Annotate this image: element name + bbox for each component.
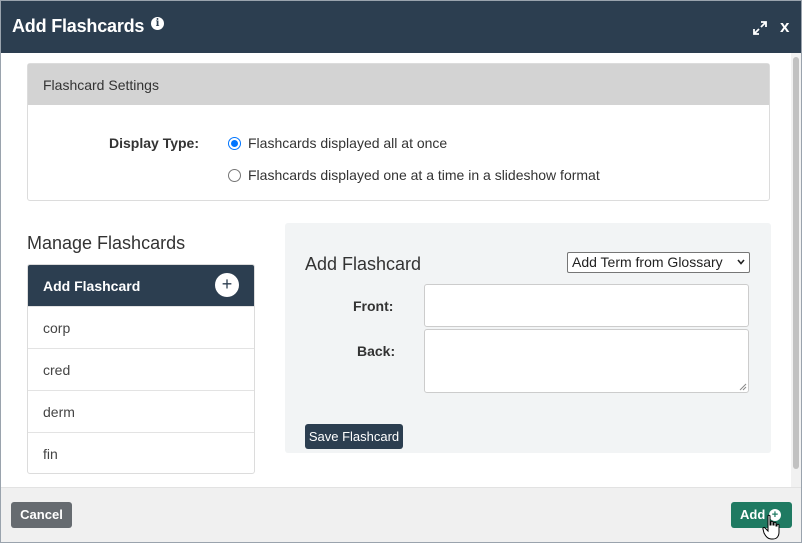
flashcard-list: Add Flashcard + corp cred derm fin	[27, 264, 255, 474]
glossary-term-select[interactable]: Add Term from Glossary	[567, 252, 750, 273]
manage-flashcards-title: Manage Flashcards	[27, 233, 186, 253]
dialog-footer: Cancel Add +	[1, 487, 801, 542]
flashcard-settings-panel: Flashcard Settings Display Type: Flashca…	[27, 63, 770, 201]
resize-grip-icon[interactable]	[738, 382, 747, 391]
back-field[interactable]	[424, 329, 749, 393]
display-type-label: Display Type:	[109, 135, 199, 151]
add-flashcard-title: Add Flashcard	[305, 254, 422, 274]
plus-icon[interactable]: +	[215, 273, 239, 297]
scrollbar-thumb[interactable]	[793, 57, 799, 469]
dialog-body: Flashcard Settings Display Type: Flashca…	[1, 53, 801, 487]
front-field[interactable]	[424, 284, 749, 327]
radio-button-checked[interactable]	[228, 136, 241, 150]
save-flashcard-button[interactable]: Save Flashcard	[305, 424, 403, 449]
radio-button[interactable]	[228, 168, 241, 182]
list-item[interactable]: fin	[28, 432, 254, 473]
select-value: Add Term from Glossary	[572, 254, 723, 270]
radio-label: Flashcards displayed one at a time in a …	[248, 167, 600, 183]
dialog-header: Add Flashcards i x	[1, 1, 801, 53]
close-button[interactable]: x	[780, 18, 789, 36]
list-item[interactable]: derm	[28, 390, 254, 432]
settings-heading: Flashcard Settings	[28, 64, 769, 105]
add-flashcards-dialog: Add Flashcards i x Flashcard Settings Di…	[0, 0, 802, 543]
expand-icon[interactable]	[753, 21, 767, 35]
add-flashcard-label: Add Flashcard	[43, 278, 141, 294]
chevron-down-icon	[737, 259, 745, 265]
radio-option-slideshow[interactable]: Flashcards displayed one at a time in a …	[228, 167, 600, 183]
hand-cursor-icon	[762, 514, 780, 540]
cancel-button[interactable]: Cancel	[11, 502, 72, 528]
scrollbar[interactable]	[791, 53, 801, 487]
front-label: Front:	[353, 298, 394, 314]
list-item[interactable]: cred	[28, 348, 254, 390]
radio-label: Flashcards displayed all at once	[248, 135, 448, 151]
add-flashcard-panel: Add Flashcard Add Term from Glossary Fro…	[285, 223, 771, 453]
add-flashcard-header[interactable]: Add Flashcard +	[28, 265, 254, 306]
dialog-title: Add Flashcards	[12, 16, 145, 36]
back-label: Back:	[357, 343, 396, 359]
radio-option-all-at-once[interactable]: Flashcards displayed all at once	[228, 135, 447, 151]
info-icon[interactable]: i	[151, 17, 164, 30]
list-item[interactable]: corp	[28, 306, 254, 348]
